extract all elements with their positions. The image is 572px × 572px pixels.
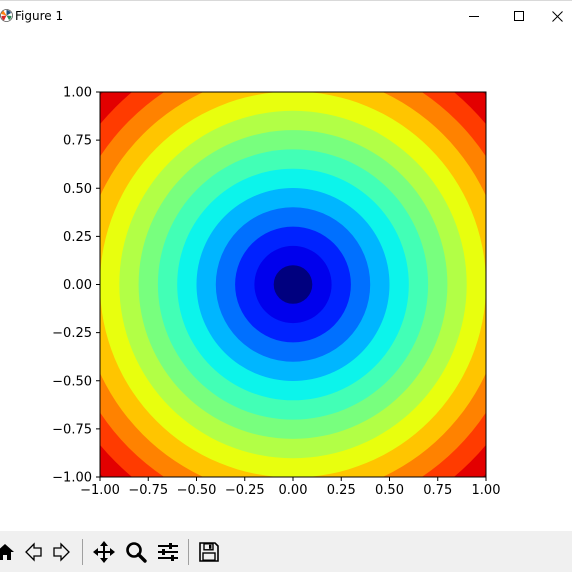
forward-button[interactable] [49, 539, 75, 565]
back-icon [25, 542, 42, 562]
matplotlib-logo-icon [0, 9, 13, 22]
x-tick-label: −0.75 [128, 483, 168, 498]
x-tick-label: −0.25 [225, 483, 265, 498]
window-title: Figure 1 [15, 9, 64, 23]
x-tick-label: 1.00 [472, 483, 501, 498]
home-button[interactable] [0, 539, 18, 565]
back-button[interactable] [20, 539, 46, 565]
x-tick-label: 0.00 [279, 483, 308, 498]
y-tick-label: 0.00 [63, 278, 92, 293]
x-tick-label: −0.50 [177, 483, 217, 498]
y-tick-label: −1.00 [52, 471, 92, 486]
zoom-button[interactable] [123, 539, 149, 565]
figure-canvas[interactable]: −1.00 −0.75 −0.50 −0.25 0.00 0.25 0.50 0.75 1.00… [0, 32, 572, 531]
pan-button[interactable] [91, 539, 117, 565]
x-tick-label: 0.75 [423, 483, 452, 498]
y-tick-label: −0.50 [52, 374, 92, 389]
home-icon [0, 544, 14, 560]
figure-window: Figure 1 −1.00 −0.75 −0.50 −0.25 0.00 0.… [0, 0, 572, 572]
title-bar[interactable]: Figure 1 [0, 1, 572, 32]
y-tick-label: 0.25 [63, 230, 92, 245]
x-tick-label: 0.25 [327, 483, 356, 498]
forward-icon [53, 542, 70, 562]
y-tick-label: −0.25 [52, 326, 92, 341]
x-tick-label: 0.50 [375, 483, 404, 498]
y-tick-label: 0.50 [63, 182, 92, 197]
minimize-button[interactable] [452, 1, 497, 32]
zoom-icon [126, 542, 147, 563]
maximize-icon [514, 11, 524, 21]
contour-plot[interactable]: −1.00 −0.75 −0.50 −0.25 0.00 0.25 0.50 0.75 1.00… [0, 32, 572, 531]
close-button[interactable] [542, 1, 572, 32]
toolbar-separator [82, 539, 83, 565]
y-tick-label: 0.75 [63, 134, 92, 149]
configure-subplots-icon [158, 543, 178, 561]
x-axis: −1.00 −0.75 −0.50 −0.25 0.00 0.25 0.50 0.75 1.00 [80, 477, 500, 498]
save-icon [199, 542, 219, 562]
navigation-toolbar [0, 531, 572, 572]
maximize-button[interactable] [497, 1, 542, 32]
y-axis: 1.00 0.75 0.50 0.25 0.00 −0.25 −0.50 −0.75 −1.00 [52, 86, 100, 486]
close-icon [551, 11, 563, 22]
save-button[interactable] [196, 539, 222, 565]
toolbar-separator [188, 539, 189, 565]
contour-bands [100, 92, 486, 477]
minimize-icon [469, 16, 479, 17]
configure-subplots-button[interactable] [155, 539, 181, 565]
contour-band [273, 265, 313, 304]
y-tick-label: −0.75 [52, 422, 92, 437]
y-tick-label: 1.00 [63, 86, 92, 101]
pan-icon [93, 541, 115, 563]
